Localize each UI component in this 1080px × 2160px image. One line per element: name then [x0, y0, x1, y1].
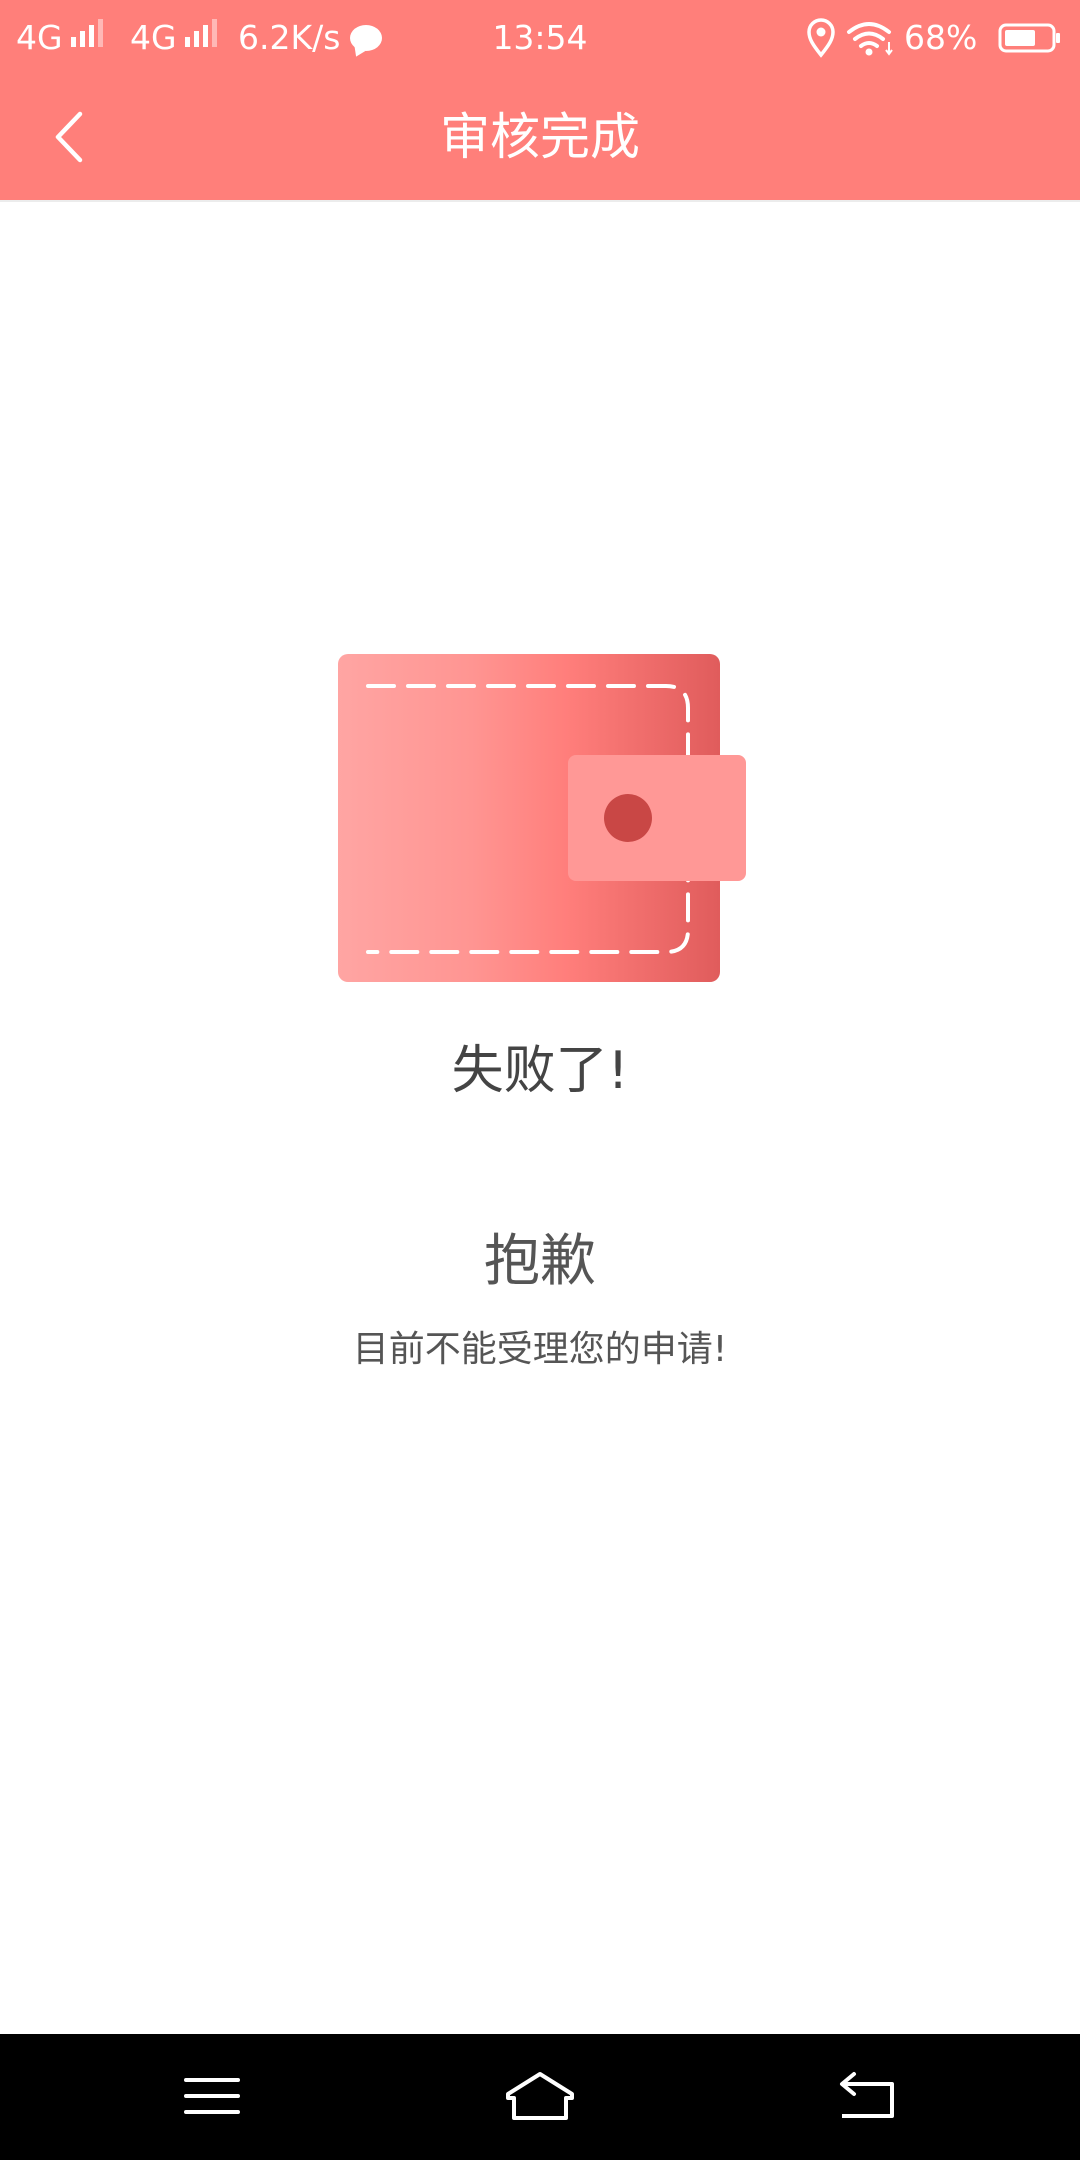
menu-icon[interactable]: [172, 2064, 252, 2128]
status-bar: 4G 4G 6.2K/s 13:54 68%: [0, 0, 1080, 76]
wallet-button: [604, 794, 652, 842]
wallet-illustration: [338, 654, 746, 982]
back-icon[interactable]: [828, 2064, 908, 2128]
location-icon: [807, 18, 835, 58]
wallet-clasp: [568, 755, 746, 881]
home-icon[interactable]: [500, 2064, 580, 2128]
failure-status: 失败了!: [451, 1041, 629, 1101]
battery-percent: 68%: [904, 18, 978, 57]
page-title: 审核完成: [440, 108, 640, 166]
wifi-icon: [847, 22, 893, 56]
sorry-heading: 抱歉: [484, 1229, 596, 1294]
app-bar: 审核完成: [0, 76, 1080, 200]
rejection-message: 目前不能受理您的申请!: [352, 1329, 728, 1370]
header-divider: [0, 200, 1080, 202]
system-nav-bar: [0, 2034, 1080, 2160]
battery-icon: [998, 23, 1060, 53]
